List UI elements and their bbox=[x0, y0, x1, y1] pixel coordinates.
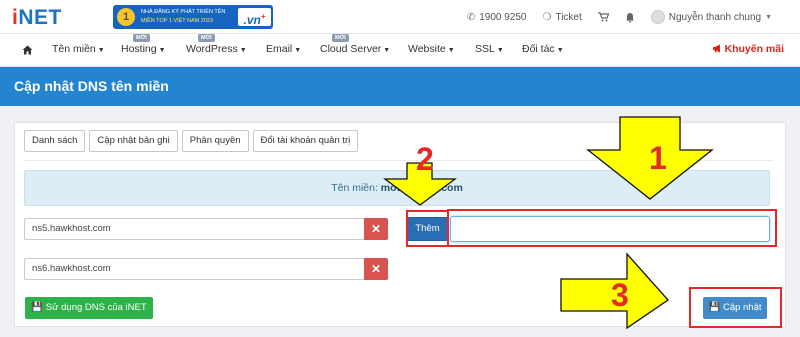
annotation-number-1: 1 bbox=[649, 140, 667, 176]
annotation-overlay bbox=[383, 116, 714, 330]
highlight-add-button bbox=[406, 210, 449, 247]
highlight-update-button bbox=[689, 287, 782, 328]
highlight-new-input bbox=[447, 209, 777, 247]
annotation-number-3: 3 bbox=[611, 277, 629, 313]
annotation-number-2: 2 bbox=[416, 141, 434, 177]
